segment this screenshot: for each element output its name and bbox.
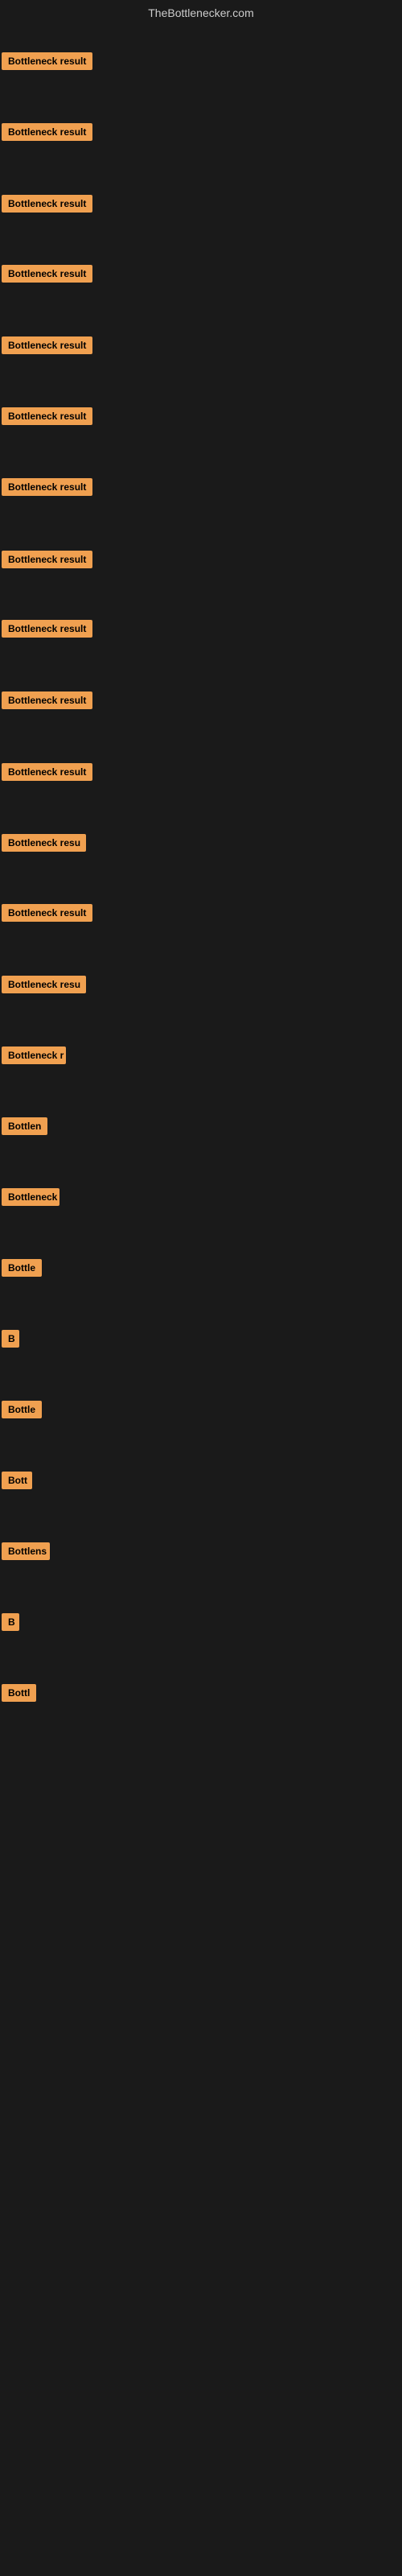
bottleneck-badge-9[interactable]: Bottleneck result [2,620,92,638]
bottleneck-badge-13[interactable]: Bottleneck result [2,904,92,922]
result-row-18: Bottle [2,1259,42,1281]
result-row-13: Bottleneck result [2,904,92,926]
bottleneck-badge-22[interactable]: Bottlens [2,1542,50,1560]
site-title: TheBottlenecker.com [0,0,402,23]
result-row-24: Bottl [2,1684,36,1706]
bottleneck-badge-24[interactable]: Bottl [2,1684,36,1702]
bottleneck-badge-3[interactable]: Bottleneck result [2,195,92,213]
result-row-20: Bottle [2,1401,42,1422]
result-row-21: Bott [2,1472,32,1493]
result-row-15: Bottleneck r [2,1046,66,1068]
bottleneck-badge-11[interactable]: Bottleneck result [2,763,92,781]
result-row-11: Bottleneck result [2,763,92,785]
result-row-14: Bottleneck resu [2,976,86,997]
result-row-8: Bottleneck result [2,551,92,572]
result-row-5: Bottleneck result [2,336,92,358]
result-row-2: Bottleneck result [2,123,92,145]
result-row-17: Bottleneck [2,1188,59,1210]
bottleneck-badge-2[interactable]: Bottleneck result [2,123,92,141]
result-row-1: Bottleneck result [2,52,92,74]
bottleneck-badge-15[interactable]: Bottleneck r [2,1046,66,1064]
result-row-10: Bottleneck result [2,691,92,713]
bottleneck-badge-19[interactable]: B [2,1330,19,1348]
result-row-16: Bottlen [2,1117,47,1139]
bottleneck-badge-4[interactable]: Bottleneck result [2,265,92,283]
result-row-3: Bottleneck result [2,195,92,217]
bottleneck-badge-16[interactable]: Bottlen [2,1117,47,1135]
result-row-19: B [2,1330,19,1352]
bottleneck-badge-6[interactable]: Bottleneck result [2,407,92,425]
bottleneck-badge-23[interactable]: B [2,1613,19,1631]
bottleneck-badge-1[interactable]: Bottleneck result [2,52,92,70]
result-row-22: Bottlens [2,1542,50,1564]
bottleneck-badge-20[interactable]: Bottle [2,1401,42,1418]
result-row-12: Bottleneck resu [2,834,86,856]
bottleneck-badge-17[interactable]: Bottleneck [2,1188,59,1206]
bottleneck-badge-18[interactable]: Bottle [2,1259,42,1277]
bottleneck-badge-21[interactable]: Bott [2,1472,32,1489]
bottleneck-badge-14[interactable]: Bottleneck resu [2,976,86,993]
result-row-9: Bottleneck result [2,620,92,642]
result-row-6: Bottleneck result [2,407,92,429]
result-row-7: Bottleneck result [2,478,92,500]
bottleneck-badge-7[interactable]: Bottleneck result [2,478,92,496]
result-row-23: B [2,1613,19,1635]
bottleneck-badge-5[interactable]: Bottleneck result [2,336,92,354]
bottleneck-badge-12[interactable]: Bottleneck resu [2,834,86,852]
result-row-4: Bottleneck result [2,265,92,287]
bottleneck-badge-8[interactable]: Bottleneck result [2,551,92,568]
bottleneck-badge-10[interactable]: Bottleneck result [2,691,92,709]
